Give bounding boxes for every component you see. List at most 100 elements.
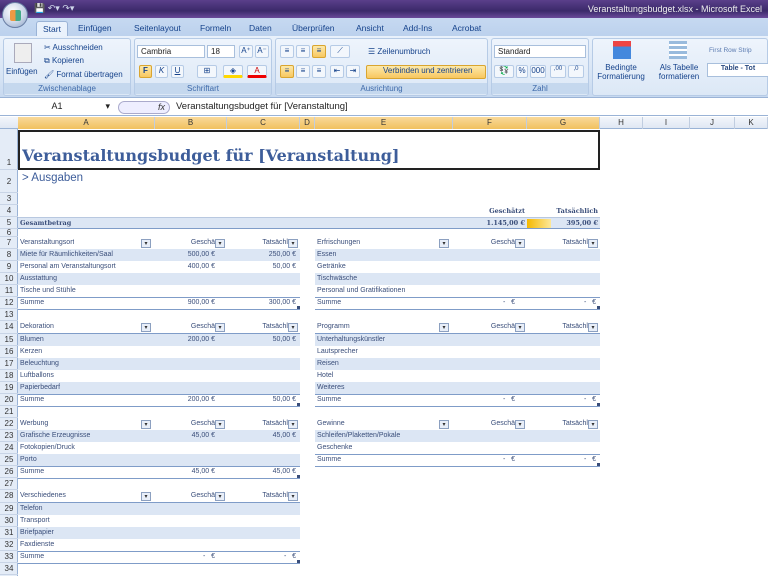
item-label[interactable]: Transport (20, 515, 50, 527)
name-box[interactable]: A1 ▾ (0, 101, 114, 114)
item-estimated[interactable]: 500,00 € (155, 249, 215, 261)
office-button[interactable] (2, 2, 28, 28)
filter-dropdown-icon[interactable]: ▾ (215, 420, 225, 429)
item-actual[interactable]: 50,00 € (227, 261, 296, 273)
tab-einfuegen[interactable]: Einfügen (72, 21, 118, 36)
row-header-22[interactable]: 22 (0, 418, 18, 430)
column-header-B[interactable]: B (155, 117, 227, 129)
column-header-D[interactable]: D (300, 117, 315, 129)
item-label[interactable]: Schleifen/Plaketten/Pokale (317, 430, 400, 442)
currency-button[interactable]: 💱 (494, 65, 514, 78)
row-header-27[interactable]: 27 (0, 478, 18, 490)
filter-dropdown-icon[interactable]: ▾ (288, 239, 298, 248)
item-label[interactable]: Faxdienste (20, 539, 54, 551)
item-label[interactable]: Geschenke (317, 442, 352, 454)
table-resize-handle[interactable] (297, 403, 300, 406)
font-color-button[interactable]: A (247, 65, 267, 78)
formula-input[interactable]: Veranstaltungsbudget für [Veranstaltung] (176, 101, 348, 112)
item-label[interactable]: Grafische Erzeugnisse (20, 430, 90, 442)
row-header-26[interactable]: 26 (0, 466, 18, 478)
conditional-format-button[interactable]: Bedingte Formatierung (593, 63, 649, 81)
percent-button[interactable]: % (516, 65, 528, 78)
item-label[interactable]: Beleuchtung (20, 358, 59, 370)
wrap-text-button[interactable]: ☰ Zeilenumbruch (368, 47, 430, 56)
align-middle-button[interactable]: ≡ (296, 45, 310, 58)
row-header-29[interactable]: 29 (0, 503, 18, 515)
tab-ansicht[interactable]: Ansicht (350, 21, 390, 36)
table-resize-handle[interactable] (297, 306, 300, 309)
row-header-16[interactable]: 16 (0, 346, 18, 358)
tab-daten[interactable]: Daten (243, 21, 278, 36)
shrink-font-button[interactable]: A⁻ (255, 45, 269, 58)
row-header-4[interactable]: 4 (0, 205, 18, 217)
column-header-A[interactable]: A (18, 117, 155, 129)
item-label[interactable]: Lautsprecher (317, 346, 358, 358)
filter-dropdown-icon[interactable]: ▾ (141, 323, 151, 332)
row-header-13[interactable]: 13 (0, 309, 18, 321)
item-estimated[interactable]: 400,00 € (155, 261, 215, 273)
item-label[interactable]: Personal am Veranstaltungsort (20, 261, 116, 273)
number-format-select[interactable]: Standard (494, 45, 586, 58)
orientation-button[interactable]: ⟋ (330, 45, 350, 58)
thousands-button[interactable]: 000 (530, 65, 546, 78)
row-header-10[interactable]: 10 (0, 273, 18, 285)
undo-icon[interactable]: ↶▾ (48, 3, 60, 13)
item-label[interactable]: Kerzen (20, 346, 42, 358)
item-label[interactable]: Unterhaltungskünstler (317, 334, 385, 346)
filter-dropdown-icon[interactable]: ▾ (215, 239, 225, 248)
item-label[interactable]: Personal und Gratifikationen (317, 285, 405, 297)
filter-dropdown-icon[interactable]: ▾ (588, 420, 598, 429)
font-name-select[interactable]: Cambria (137, 45, 205, 58)
row-header-14[interactable]: 14 (0, 321, 18, 333)
column-header-K[interactable]: K (735, 117, 768, 129)
increase-indent-button[interactable]: ⇥ (346, 65, 360, 78)
decrease-decimal-button[interactable]: ,0 (568, 65, 584, 78)
increase-decimal-button[interactable]: ,00 (550, 65, 566, 78)
filter-dropdown-icon[interactable]: ▾ (215, 492, 225, 501)
align-right-button[interactable]: ≡ (312, 65, 326, 78)
item-label[interactable]: Reisen (317, 358, 339, 370)
copy-button[interactable]: ⧉ Kopieren (44, 56, 84, 66)
style-table-total[interactable]: Table - Tot (707, 63, 768, 77)
format-as-table-button[interactable]: Als Tabelle formatieren (651, 63, 707, 81)
row-header-18[interactable]: 18 (0, 370, 18, 382)
column-header-E[interactable]: E (315, 117, 453, 129)
italic-button[interactable]: K (155, 65, 168, 78)
item-label[interactable]: Ausstattung (20, 273, 57, 285)
merge-center-button[interactable]: Verbinden und zentrieren (366, 65, 486, 79)
item-estimated[interactable]: 45,00 € (155, 430, 215, 442)
bold-button[interactable]: F (139, 65, 152, 78)
filter-dropdown-icon[interactable]: ▾ (215, 323, 225, 332)
filter-dropdown-icon[interactable]: ▾ (288, 323, 298, 332)
tab-formeln[interactable]: Formeln (194, 21, 237, 36)
tab-seitenlayout[interactable]: Seitenlayout (128, 21, 187, 36)
filter-dropdown-icon[interactable]: ▾ (439, 239, 449, 248)
table-resize-handle[interactable] (597, 306, 600, 309)
table-resize-handle[interactable] (597, 463, 600, 466)
column-header-H[interactable]: H (600, 117, 643, 129)
row-header-30[interactable]: 30 (0, 515, 18, 527)
filter-dropdown-icon[interactable]: ▾ (141, 239, 151, 248)
row-header-15[interactable]: 15 (0, 334, 18, 346)
row-header-2[interactable]: 2 (0, 170, 18, 193)
row-header-21[interactable]: 21 (0, 406, 18, 418)
filter-dropdown-icon[interactable]: ▾ (141, 420, 151, 429)
row-header-17[interactable]: 17 (0, 358, 18, 370)
row-header-8[interactable]: 8 (0, 249, 18, 261)
row-header-25[interactable]: 25 (0, 454, 18, 466)
insert-function-button[interactable]: fx (118, 101, 170, 114)
cut-button[interactable]: ✂ Ausschneiden (44, 43, 103, 52)
filter-dropdown-icon[interactable]: ▾ (439, 420, 449, 429)
filter-dropdown-icon[interactable]: ▾ (288, 492, 298, 501)
tab-acrobat[interactable]: Acrobat (446, 21, 487, 36)
save-icon[interactable]: 💾 (34, 3, 45, 13)
row-header-20[interactable]: 20 (0, 394, 18, 406)
row-header-7[interactable]: 7 (0, 237, 18, 249)
filter-dropdown-icon[interactable]: ▾ (288, 420, 298, 429)
item-label[interactable]: Miete für Räumlichkeiten/Saal (20, 249, 113, 261)
item-label[interactable]: Telefon (20, 503, 43, 515)
item-label[interactable]: Tische und Stühle (20, 285, 76, 297)
redo-icon[interactable]: ↷▾ (62, 3, 74, 13)
filter-dropdown-icon[interactable]: ▾ (588, 323, 598, 332)
filter-dropdown-icon[interactable]: ▾ (588, 239, 598, 248)
